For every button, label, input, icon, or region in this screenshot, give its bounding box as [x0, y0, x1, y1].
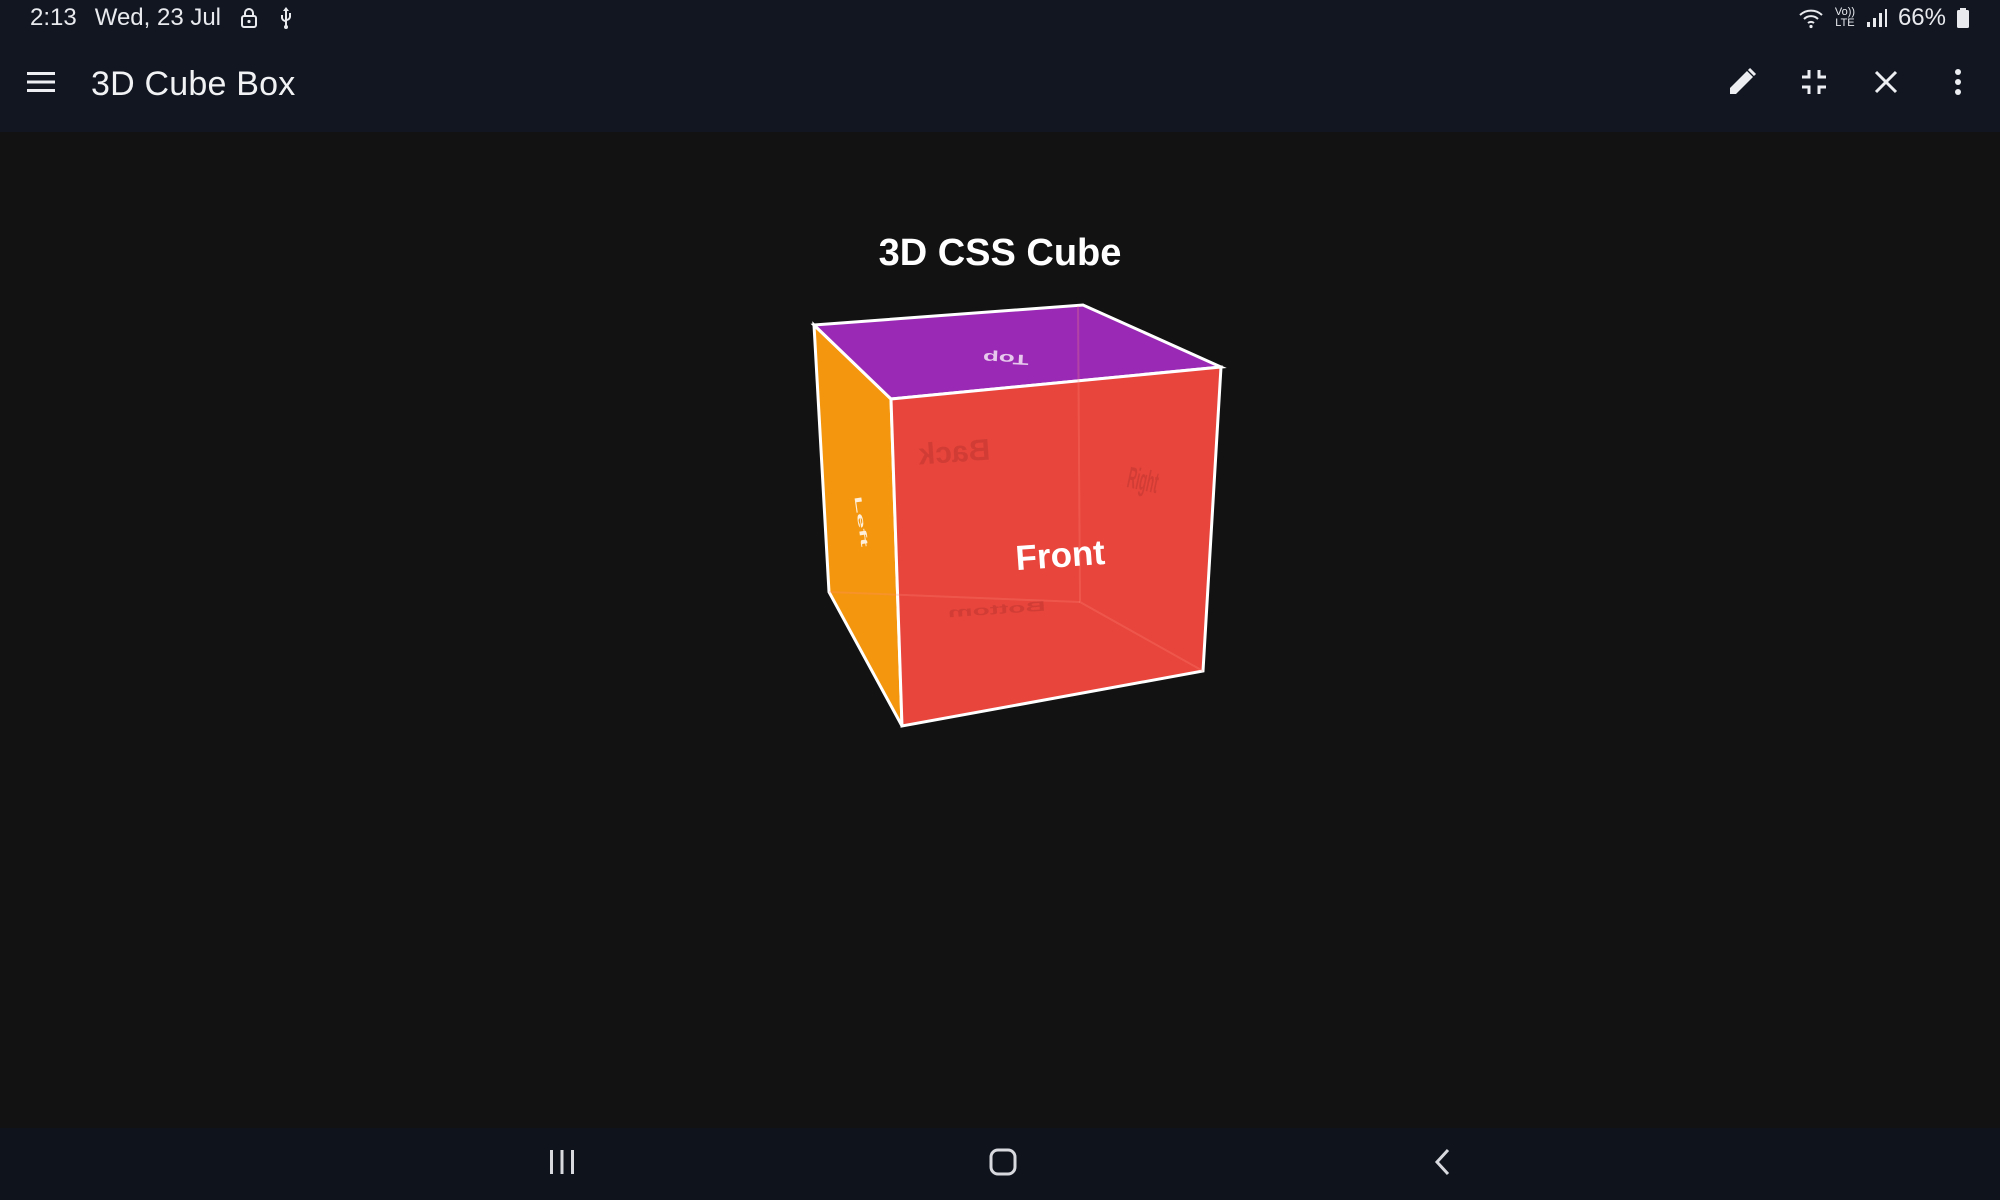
back-button[interactable]: [1383, 1128, 1503, 1200]
more-options-button[interactable]: [1922, 48, 1994, 120]
lock-icon: [239, 7, 259, 29]
clock: 2:13: [30, 4, 77, 31]
battery-percent: 66%: [1897, 4, 1946, 31]
exit-fullscreen-button[interactable]: [1778, 48, 1850, 120]
web-content: 3D CSS Cube Top Back Right Bottom Left F…: [0, 132, 2000, 1128]
usb-icon: [277, 6, 295, 30]
home-icon: [989, 1148, 1017, 1181]
back-icon: [1433, 1148, 1453, 1181]
exit-fullscreen-icon: [1801, 69, 1827, 100]
volte-icon: Vo)) LTE: [1834, 6, 1856, 29]
recent-apps-icon: [548, 1149, 576, 1180]
navigation-bar: [0, 1128, 2000, 1200]
home-button[interactable]: [943, 1128, 1063, 1200]
app-title: 3D Cube Box: [91, 64, 296, 103]
wifi-icon: [1798, 7, 1824, 29]
close-button[interactable]: [1850, 48, 1922, 120]
cube-label-top: Top: [983, 349, 1029, 367]
menu-button[interactable]: [5, 48, 77, 120]
recent-apps-button[interactable]: [502, 1128, 622, 1200]
date: Wed, 23 Jul: [94, 4, 222, 31]
close-icon: [1873, 69, 1899, 100]
app-bar: 3D Cube Box: [0, 36, 2000, 132]
signal-icon: [1866, 8, 1888, 28]
more-vert-icon: [1954, 68, 1962, 101]
battery-icon: [1956, 7, 1970, 29]
cube-label-back: Back: [917, 434, 991, 472]
cube-3d[interactable]: Top Back Right Bottom Left Front: [0, 132, 2000, 1128]
edit-button[interactable]: [1706, 48, 1778, 120]
status-bar: 2:13 Wed, 23 Jul Vo)) LTE 66%: [0, 0, 2000, 36]
cube-label-front: Front: [1014, 533, 1106, 578]
menu-icon: [26, 70, 56, 99]
edit-icon: [1727, 67, 1757, 102]
